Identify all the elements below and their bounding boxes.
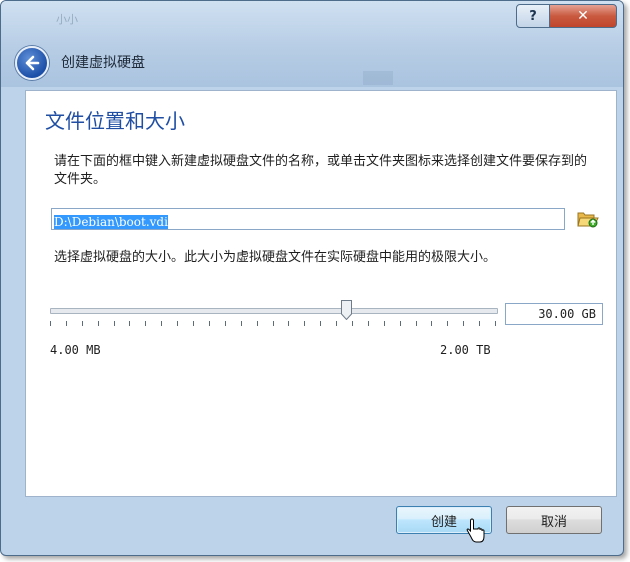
size-description: 选择虚拟硬盘的大小。此大小为虚拟硬盘文件在实际硬盘中能用的极限大小。 — [54, 250, 497, 265]
mouse-cursor-icon — [466, 518, 485, 543]
slider-tick — [129, 321, 130, 326]
slider-tick — [416, 321, 417, 326]
slider-tick — [400, 321, 401, 326]
max-size-label: 2.00 TB — [440, 343, 491, 357]
slider-ticks — [50, 321, 496, 327]
cancel-button[interactable]: 取消 — [506, 506, 602, 534]
slider-tick — [320, 321, 321, 326]
help-button[interactable]: ? — [516, 4, 550, 28]
slider-tick — [304, 321, 305, 326]
slider-tick — [447, 321, 448, 326]
dialog-window: 小小 ? ✕ 创建虚拟硬盘 文件位置和大小 请在下面的框中键入新建虚拟硬盘文件的… — [0, 0, 624, 556]
slider-tick — [114, 321, 115, 326]
slider-tick — [209, 321, 210, 326]
slider-track — [50, 308, 498, 314]
slider-tick — [336, 321, 337, 326]
back-arrow-icon — [25, 55, 40, 71]
slider-tick — [368, 321, 369, 326]
back-button[interactable] — [15, 46, 49, 80]
slider-tick — [50, 321, 51, 326]
slider-tick — [257, 321, 258, 326]
file-path-input[interactable]: D:\Debian\boot.vdi — [51, 208, 565, 230]
slider-tick — [98, 321, 99, 326]
slider-tick — [431, 321, 432, 326]
file-path-value: D:\Debian\boot.vdi — [54, 215, 168, 229]
slider-tick — [145, 321, 146, 326]
min-size-label: 4.00 MB — [50, 343, 101, 357]
wizard-title: 创建虚拟硬盘 — [61, 55, 145, 71]
location-description: 请在下面的框中键入新建虚拟硬盘文件的名称，或单击文件夹图标来选择创建文件要保存到… — [54, 154, 588, 187]
slider-tick — [288, 321, 289, 326]
size-slider[interactable] — [50, 300, 498, 330]
slider-tick — [479, 321, 480, 326]
background-window-title: 小小 — [56, 13, 78, 26]
close-button[interactable]: ✕ — [549, 4, 617, 28]
slider-tick — [241, 321, 242, 326]
slider-tick — [463, 321, 464, 326]
slider-tick — [352, 321, 353, 326]
slider-tick — [66, 321, 67, 326]
title-bar: 小小 ? ✕ 创建虚拟硬盘 — [1, 1, 623, 87]
slider-tick — [495, 321, 496, 326]
slider-tick — [384, 321, 385, 326]
choose-folder-button[interactable] — [576, 208, 600, 230]
slider-tick — [193, 321, 194, 326]
page-heading: 文件位置和大小 — [45, 109, 185, 133]
slider-tick — [177, 321, 178, 326]
folder-open-icon — [577, 212, 599, 228]
slider-tick — [273, 321, 274, 326]
background-window-fragment — [363, 71, 393, 85]
slider-tick — [161, 321, 162, 326]
wizard-page: 文件位置和大小 请在下面的框中键入新建虚拟硬盘文件的名称，或单击文件夹图标来选择… — [25, 90, 617, 497]
slider-thumb[interactable] — [341, 300, 352, 320]
size-input[interactable]: 30.00 GB — [505, 303, 603, 325]
slider-tick — [225, 321, 226, 326]
slider-tick — [82, 321, 83, 326]
